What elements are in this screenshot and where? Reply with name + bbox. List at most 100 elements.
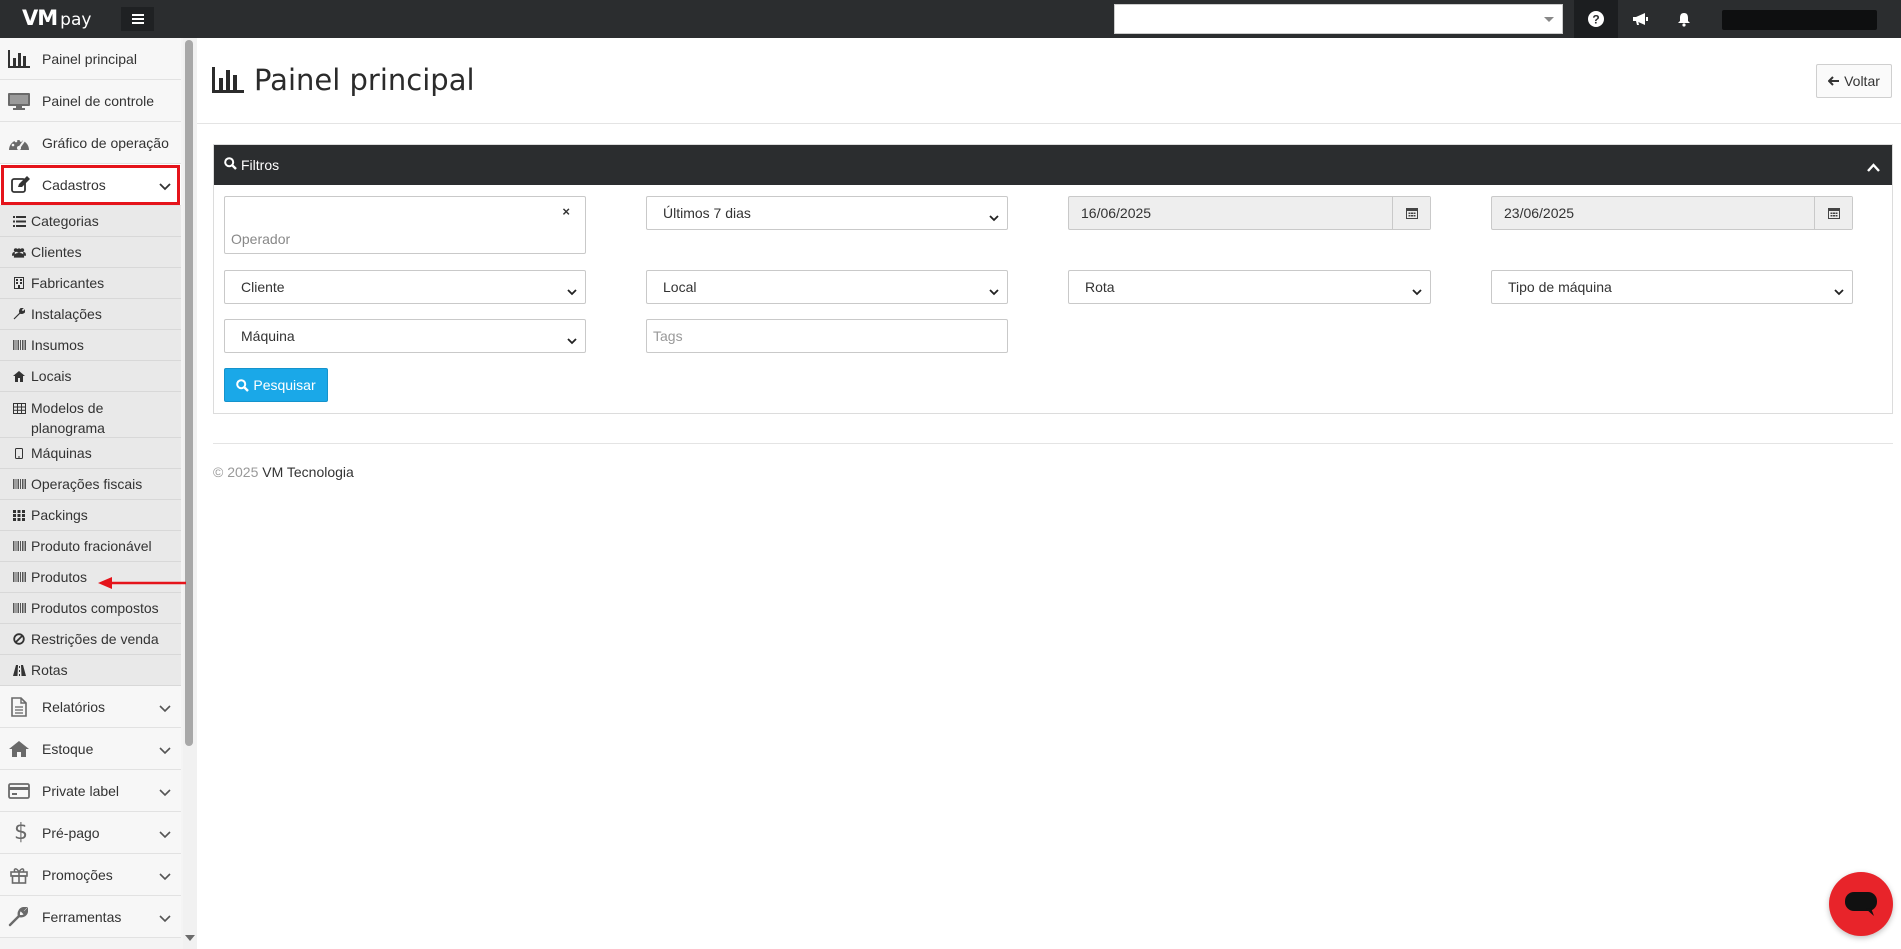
sidebar-item-rotas[interactable]: Rotas [0,655,181,686]
grid-icon [12,508,26,522]
nav-pre-pago[interactable]: $ Pré-pago [0,812,181,854]
logo-text-sub: pay [60,10,92,30]
sidebar-item-label: Packings [31,507,88,523]
search-button[interactable]: Pesquisar [224,368,328,402]
help-button[interactable]: ? [1574,0,1618,38]
back-button[interactable]: Voltar [1816,64,1892,98]
sidebar-item-clientes[interactable]: Clientes [0,237,181,268]
calendar-icon[interactable] [1814,197,1852,229]
nav-estoque[interactable]: Estoque [0,728,181,770]
footer-copyright: © 2025 [213,464,259,480]
nav-grafico-de-operacao[interactable]: Gráfico de operação [0,122,181,164]
help-icon: ? [1588,11,1604,27]
nav-cadastros[interactable]: Cadastros [0,164,181,206]
chevron-up-icon[interactable] [1867,159,1880,175]
sidebar-item-operacoes-fiscais[interactable]: Operações fiscais [0,469,181,500]
period-select[interactable]: Últimos 7 dias [646,196,1008,230]
sidebar-item-label: Máquinas [31,445,92,461]
rota-value: Rota [1085,279,1115,295]
divider [213,443,1893,444]
tags-input[interactable]: Tags [646,319,1008,353]
bullhorn-icon [1632,13,1648,25]
sidebar-item-maquinas[interactable]: Máquinas [0,438,181,469]
top-bar: VM pay ? [0,0,1901,38]
cliente-select[interactable]: Cliente [224,270,586,304]
sidebar-item-locais[interactable]: Locais [0,361,181,392]
monitor-icon [8,91,34,111]
filters-header[interactable]: Filtros [214,145,1892,185]
chat-button[interactable] [1829,872,1893,936]
barcode-icon [12,570,26,584]
sidebar-item-packings[interactable]: Packings [0,500,181,531]
chevron-down-icon [159,742,171,758]
start-date-value: 16/06/2025 [1081,205,1152,221]
chevron-down-icon [159,178,171,194]
sidebar-item-label: Produtos [31,569,88,585]
nav-promocoes[interactable]: Promoções [0,854,181,896]
page-title-text: Painel principal [254,63,475,97]
nav-ferramentas[interactable]: Ferramentas [0,896,181,938]
chevron-down-icon [989,209,999,225]
credit-card-icon [8,781,34,801]
sidebar-item-produto-fracionavel[interactable]: Produto fracionável [0,531,181,562]
rota-select[interactable]: Rota [1068,270,1431,304]
sidebar-item-restricoes-de-venda[interactable]: Restrições de venda [0,624,181,655]
list-icon [12,214,26,228]
sidebar-item-insumos[interactable]: Insumos [0,330,181,361]
user-menu[interactable] [1722,10,1877,30]
barcode-icon [12,477,26,491]
sidebar-item-categorias[interactable]: Categorias [0,206,181,237]
chevron-down-icon [159,784,171,800]
svg-text:?: ? [1592,13,1599,27]
nav-private-label[interactable]: Private label [0,770,181,812]
nav-painel-de-controle[interactable]: Painel de controle [0,80,181,122]
logo-text-main: VM [22,6,58,30]
sidebar: Painel principal Painel de controle Gráf… [0,38,183,949]
sidebar-item-modelos-de-planograma[interactable]: Modelos de planograma [0,392,181,438]
nav-label: Private label [42,782,120,799]
chevron-down-icon [159,700,171,716]
clear-icon[interactable]: × [562,204,570,219]
menu-toggle-button[interactable] [121,7,154,31]
local-select[interactable]: Local [646,270,1008,304]
bell-icon [1678,12,1690,27]
top-search-select[interactable] [1114,4,1563,34]
bar-chart-icon [8,49,34,69]
calendar-icon[interactable] [1392,197,1430,229]
dashboard-gauge-icon [8,133,34,153]
edit-icon [8,175,34,195]
announcements-button[interactable] [1618,0,1662,38]
nav-label: Promoções [42,866,113,883]
top-icon-group: ? [1574,0,1706,38]
chevron-down-icon [989,283,999,299]
wrench-icon [8,906,34,927]
scroll-down-arrow-icon[interactable] [185,935,195,941]
tipo-maquina-select[interactable]: Tipo de máquina [1491,270,1853,304]
nav-relatorios[interactable]: Relatórios [0,686,181,728]
sidebar-item-produtos-compostos[interactable]: Produtos compostos [0,593,181,624]
period-value: Últimos 7 dias [663,205,751,221]
nav-label: Cadastros [42,176,106,193]
page-title: Painel principal [212,60,475,100]
end-date-field[interactable]: 23/06/2025 [1491,196,1853,230]
vmpay-logo[interactable]: VM pay [22,6,91,32]
start-date-field[interactable]: 16/06/2025 [1068,196,1431,230]
sidebar-item-instalacoes[interactable]: Instalações [0,299,181,330]
dollar-icon: $ [14,820,28,845]
chevron-down-icon [159,910,171,926]
sidebar-item-label: Produto fracionável [31,538,152,554]
sidebar-item-label: Locais [31,368,72,384]
table-icon [12,401,26,415]
operador-select[interactable]: × Operador [224,196,586,254]
nav-painel-principal[interactable]: Painel principal [0,38,181,80]
sidebar-item-fabricantes[interactable]: Fabricantes [0,268,181,299]
sidebar-item-label: Produtos compostos [31,600,159,616]
maquina-select[interactable]: Máquina [224,319,586,353]
operador-placeholder: Operador [231,231,291,247]
sidebar-scrollbar-thumb[interactable] [185,40,193,746]
gift-icon [8,865,34,885]
nav-label: Estoque [42,740,94,757]
sidebar-item-label: Categorias [31,213,99,229]
notifications-button[interactable] [1662,0,1706,38]
footer-company-link[interactable]: VM Tecnologia [262,464,354,480]
